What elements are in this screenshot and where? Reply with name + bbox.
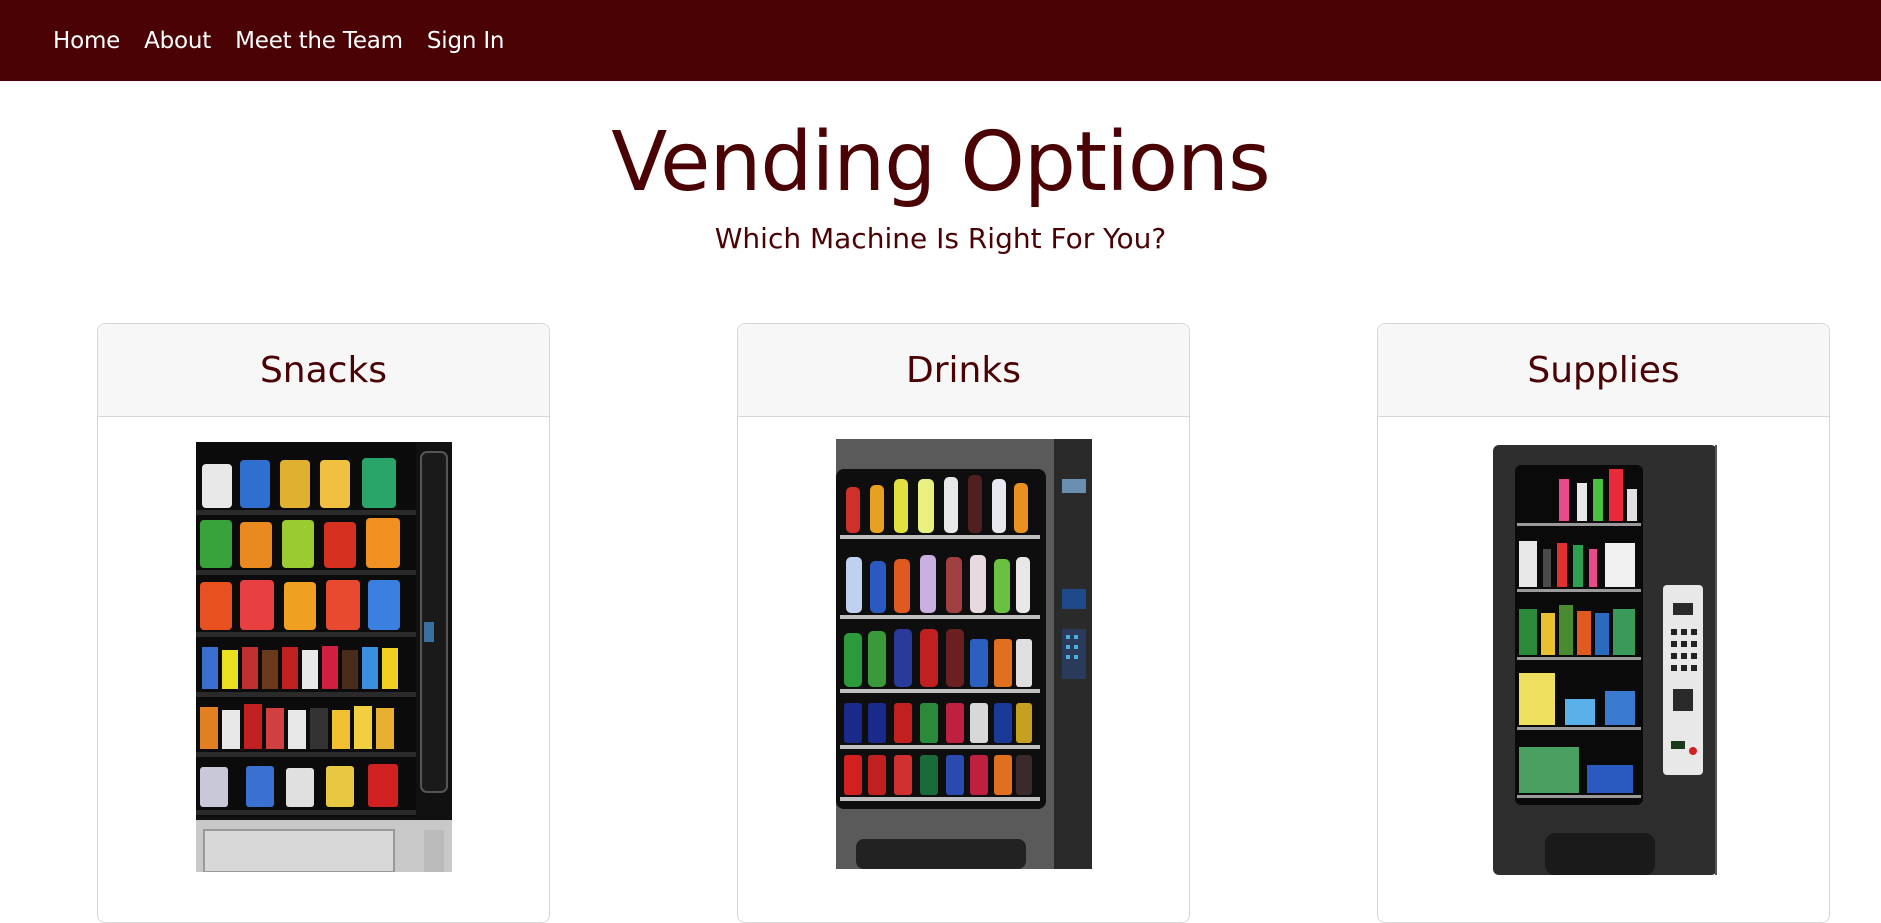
snack-vending-machine-image — [196, 442, 452, 872]
card-snacks: Snacks — [97, 323, 550, 923]
top-navbar: Home About Meet the Team Sign In — [0, 0, 1881, 81]
card-drinks: Drinks — [737, 323, 1190, 923]
card-body-snacks — [98, 417, 549, 922]
drink-vending-machine-image — [836, 439, 1092, 869]
supplies-vending-machine-image — [1493, 445, 1717, 875]
nav-link-home[interactable]: Home — [53, 28, 120, 54]
page-title: Vending Options — [611, 115, 1270, 210]
card-supplies: Supplies — [1377, 323, 1830, 923]
card-title-snacks: Snacks — [98, 324, 549, 417]
nav-link-sign-in[interactable]: Sign In — [427, 28, 505, 54]
card-title-drinks: Drinks — [738, 324, 1189, 417]
page-subtitle: Which Machine Is Right For You? — [714, 222, 1167, 255]
card-title-supplies: Supplies — [1378, 324, 1829, 417]
nav-link-about[interactable]: About — [144, 28, 211, 54]
card-body-supplies — [1378, 417, 1829, 922]
card-body-drinks — [738, 417, 1189, 922]
nav-link-meet-the-team[interactable]: Meet the Team — [235, 28, 403, 54]
